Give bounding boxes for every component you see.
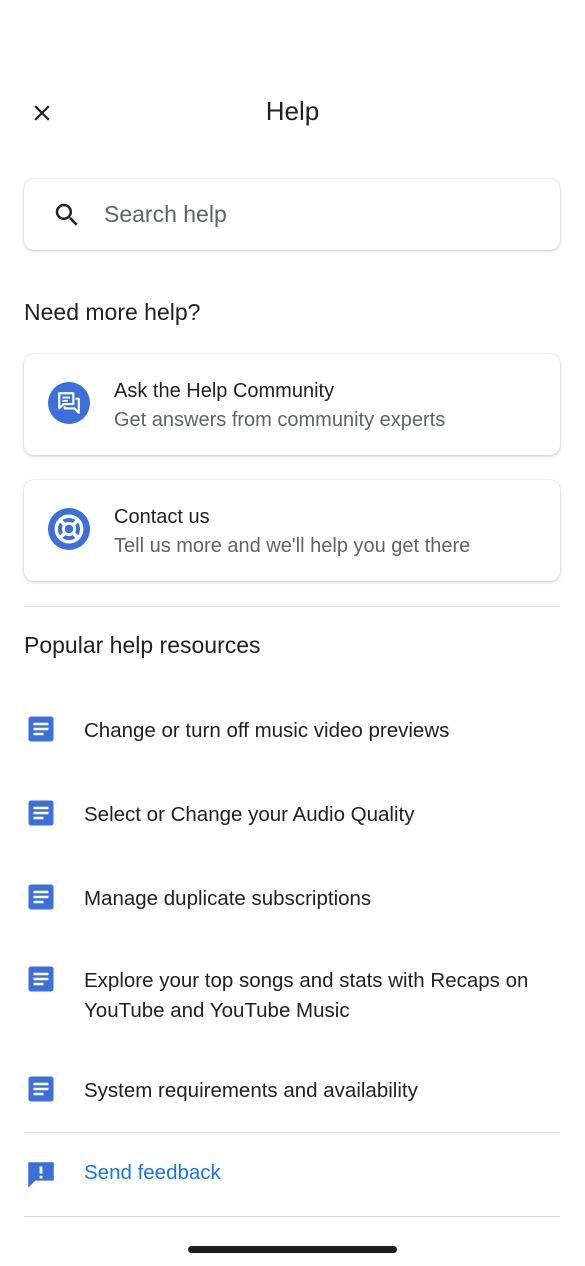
card-title: Contact us [114, 506, 210, 528]
feedback-icon [28, 1162, 54, 1188]
resource-label: Manage duplicate subscriptions [84, 887, 372, 910]
send-feedback-label: Send feedback [84, 1161, 221, 1184]
app-header: Help [0, 80, 585, 144]
divider [24, 1132, 560, 1133]
support-lifebuoy-icon [48, 508, 90, 550]
divider [24, 1216, 560, 1217]
community-forum-icon [48, 382, 90, 424]
resource-item[interactable]: Explore your top songs and stats with Re… [24, 964, 560, 1028]
article-icon [28, 800, 54, 826]
resource-item[interactable]: Manage duplicate subscriptions [24, 882, 560, 918]
article-icon [28, 1076, 54, 1102]
search-icon [55, 203, 78, 226]
card-title: Ask the Help Community [114, 380, 335, 402]
article-icon [28, 716, 54, 742]
resource-label: Select or Change your Audio Quality [84, 803, 415, 826]
need-more-help-heading: Need more help? [24, 299, 201, 325]
resource-label: Change or turn off music video previews [84, 719, 450, 742]
send-feedback-button[interactable]: Send feedback [24, 1156, 560, 1196]
card-subtitle: Get answers from community experts [114, 409, 446, 431]
page-title: Help [265, 96, 320, 126]
popular-resources-heading: Popular help resources [24, 632, 261, 658]
ask-community-card[interactable]: Ask the Help Community Get answers from … [24, 354, 560, 455]
resource-label: System requirements and availability [84, 1079, 418, 1102]
resource-item[interactable]: System requirements and availability [24, 1074, 560, 1110]
search-input[interactable] [104, 201, 504, 228]
card-subtitle: Tell us more and we'll help you get ther… [114, 535, 471, 557]
contact-us-card[interactable]: Contact us Tell us more and we'll help y… [24, 480, 560, 581]
home-indicator[interactable] [188, 1246, 397, 1253]
resource-item[interactable]: Change or turn off music video previews [24, 714, 560, 750]
search-bar[interactable] [24, 179, 560, 250]
article-icon [28, 966, 54, 992]
article-icon [28, 884, 54, 910]
resource-item[interactable]: Select or Change your Audio Quality [24, 798, 560, 834]
resource-label: Explore your top songs and stats with Re… [84, 969, 529, 1022]
divider [24, 606, 560, 607]
